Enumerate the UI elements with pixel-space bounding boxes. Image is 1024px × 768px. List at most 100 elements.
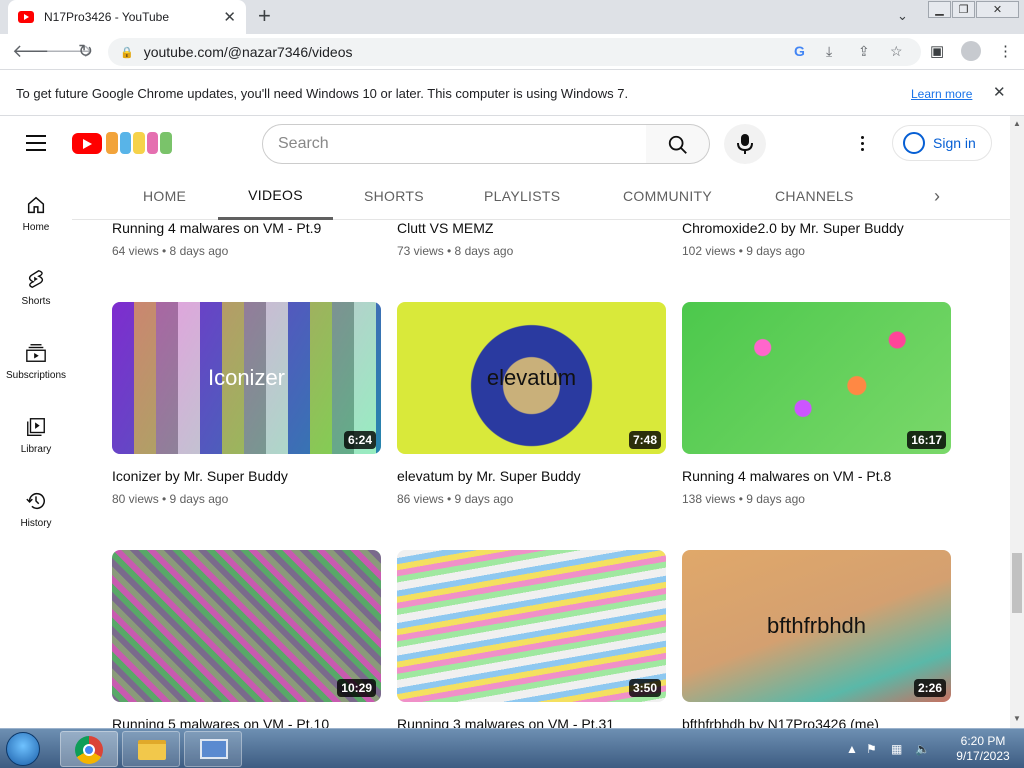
action-center-icon[interactable]: ⚑ xyxy=(866,742,877,756)
minimize-button[interactable]: ▁ xyxy=(928,1,951,18)
subscriptions-icon xyxy=(26,344,46,362)
video-card[interactable]: elevatum 7:48 elevatum by Mr. Super Budd… xyxy=(397,302,666,506)
video-title[interactable]: bfthfrbhdh by N17Pro3426 (me) xyxy=(682,716,951,728)
video-title[interactable]: Chromoxide2.0 by Mr. Super Buddy xyxy=(682,220,951,236)
guide-label: Home xyxy=(22,222,50,233)
video-card[interactable]: 10:29 Running 5 malwares on VM - Pt.10 xyxy=(112,550,381,728)
video-card[interactable]: 3:50 Running 3 malwares on VM - Pt.31 xyxy=(397,550,666,728)
video-card[interactable]: Clutt VS MEMZ 73 views • 8 days ago xyxy=(397,220,666,258)
guide-item-subscriptions[interactable]: Subscriptions xyxy=(0,342,72,381)
guide-item-history[interactable]: History xyxy=(0,490,72,529)
windows-taskbar: ▲ ⚑ ▦ 🔈 6:20 PM 9/17/2023 xyxy=(0,728,1024,768)
chrome-menu-icon[interactable]: ⋮ xyxy=(998,42,1013,60)
search-input[interactable]: Search xyxy=(262,124,647,164)
search-icon xyxy=(668,135,687,154)
tray-expand-icon[interactable]: ▲ xyxy=(846,742,858,756)
account-icon xyxy=(903,132,925,154)
restore-button[interactable]: ❐ xyxy=(952,1,975,18)
menu-icon[interactable] xyxy=(26,135,46,151)
side-panel-icon[interactable]: ▣ xyxy=(930,42,944,60)
infobar-close-icon[interactable]: ✕ xyxy=(993,83,1006,101)
taskbar-clock[interactable]: 6:20 PM 9/17/2023 xyxy=(948,734,1018,764)
reload-icon[interactable]: ↻ xyxy=(78,42,93,60)
video-meta: 80 views • 9 days ago xyxy=(112,492,229,506)
guide-label: Library xyxy=(20,444,52,455)
tab-close-icon[interactable]: ✕ xyxy=(223,8,236,26)
library-icon xyxy=(27,418,45,436)
share-icon[interactable]: ⇪ xyxy=(858,43,870,60)
video-thumbnail[interactable]: 3:50 xyxy=(397,550,666,702)
tab-search-chevron-icon[interactable]: ⌄ xyxy=(897,8,908,24)
thumbnail-text: elevatum xyxy=(486,365,577,390)
tab-shorts[interactable]: SHORTS xyxy=(364,172,424,220)
taskbar-remote-desktop[interactable] xyxy=(184,731,242,767)
video-thumbnail[interactable]: elevatum 7:48 xyxy=(397,302,666,454)
tab-community[interactable]: COMMUNITY xyxy=(623,172,712,220)
scroll-up-arrow-icon[interactable]: ▲ xyxy=(1013,119,1021,128)
address-bar[interactable]: 🔒 youtube.com/@nazar7346/videos G ⤓ ⇪ ☆ xyxy=(108,38,921,66)
tab-playlists[interactable]: PLAYLISTS xyxy=(484,172,560,220)
video-thumbnail[interactable]: Iconizer 6:24 xyxy=(112,302,381,454)
video-meta: 102 views • 9 days ago xyxy=(682,244,805,258)
volume-icon[interactable]: 🔈 xyxy=(915,742,930,756)
video-card[interactable]: Chromoxide2.0 by Mr. Super Buddy 102 vie… xyxy=(682,220,951,258)
window-close-button[interactable]: ✕ xyxy=(976,1,1019,18)
google-lens-icon[interactable]: G xyxy=(794,43,805,59)
tab-videos[interactable]: VIDEOS xyxy=(218,172,333,220)
monitor-icon xyxy=(200,739,228,759)
scroll-down-arrow-icon[interactable]: ▼ xyxy=(1013,714,1021,723)
video-title[interactable]: Running 4 malwares on VM - Pt.8 xyxy=(682,468,951,484)
youtube-logo-icon[interactable] xyxy=(72,133,102,154)
tab-channels[interactable]: CHANNELS xyxy=(775,172,854,220)
tabs-next-chevron-icon[interactable]: › xyxy=(934,186,940,207)
profile-avatar-icon[interactable] xyxy=(961,41,981,61)
video-card[interactable]: bfthfrbhdh 2:26 bfthfrbhdh by N17Pro3426… xyxy=(682,550,951,728)
sign-in-button[interactable]: Sign in xyxy=(892,125,992,161)
video-grid: Running 4 malwares on VM - Pt.9 64 views… xyxy=(72,220,1010,728)
video-title[interactable]: Running 4 malwares on VM - Pt.9 xyxy=(112,220,381,236)
video-card[interactable]: 16:17 Running 4 malwares on VM - Pt.8 13… xyxy=(682,302,951,506)
network-icon[interactable]: ▦ xyxy=(891,742,902,756)
left-guide: Home Shorts Subscriptions Library Histor… xyxy=(0,172,72,728)
taskbar-chrome[interactable] xyxy=(60,731,118,767)
new-tab-button[interactable]: + xyxy=(258,5,271,27)
guide-item-shorts[interactable]: Shorts xyxy=(0,268,72,307)
browser-tab[interactable]: N17Pro3426 - YouTube ✕ xyxy=(8,0,246,34)
video-thumbnail[interactable]: 16:17 xyxy=(682,302,951,454)
guide-label: History xyxy=(20,518,52,529)
history-icon xyxy=(26,492,45,509)
tab-strip: N17Pro3426 - YouTube ✕ + ⌄ ▁ ❐ ✕ xyxy=(0,0,1024,34)
video-thumbnail[interactable]: 10:29 xyxy=(112,550,381,702)
tab-home[interactable]: HOME xyxy=(125,172,204,220)
chrome-icon xyxy=(75,736,103,764)
video-title[interactable]: Running 3 malwares on VM - Pt.31 xyxy=(397,716,666,728)
install-icon[interactable]: ⤓ xyxy=(826,43,832,60)
guide-item-home[interactable]: Home xyxy=(0,194,72,233)
video-title[interactable]: Clutt VS MEMZ xyxy=(397,220,666,236)
voice-search-button[interactable] xyxy=(724,124,766,164)
settings-kebab-icon[interactable] xyxy=(861,136,865,154)
video-title[interactable]: elevatum by Mr. Super Buddy xyxy=(397,468,666,484)
video-meta: 138 views • 9 days ago xyxy=(682,492,805,506)
video-title[interactable]: Iconizer by Mr. Super Buddy xyxy=(112,468,381,484)
video-card[interactable]: Iconizer 6:24 Iconizer by Mr. Super Budd… xyxy=(112,302,381,506)
page-scrollbar[interactable]: ▲ ▼ xyxy=(1010,116,1024,728)
guide-item-library[interactable]: Library xyxy=(0,416,72,455)
search-placeholder: Search xyxy=(278,135,329,152)
video-duration: 6:24 xyxy=(343,431,376,449)
search-button[interactable] xyxy=(646,124,710,164)
video-meta: 86 views • 9 days ago xyxy=(397,492,514,506)
taskbar-explorer[interactable] xyxy=(122,731,180,767)
video-duration: 2:26 xyxy=(913,679,946,697)
video-card[interactable]: Running 4 malwares on VM - Pt.9 64 views… xyxy=(112,220,381,258)
youtube-favicon-icon xyxy=(18,11,34,23)
microphone-icon xyxy=(737,134,753,154)
start-button[interactable] xyxy=(6,732,40,766)
video-thumbnail[interactable]: bfthfrbhdh 2:26 xyxy=(682,550,951,702)
bookmark-star-icon[interactable]: ☆ xyxy=(890,43,903,60)
learn-more-link[interactable]: Learn more xyxy=(911,87,972,101)
infobar-message: To get future Google Chrome updates, you… xyxy=(16,86,629,101)
scrollbar-thumb[interactable] xyxy=(1012,553,1022,613)
youtube-doodle-logo[interactable] xyxy=(106,132,172,154)
video-title[interactable]: Running 5 malwares on VM - Pt.10 xyxy=(112,716,381,728)
